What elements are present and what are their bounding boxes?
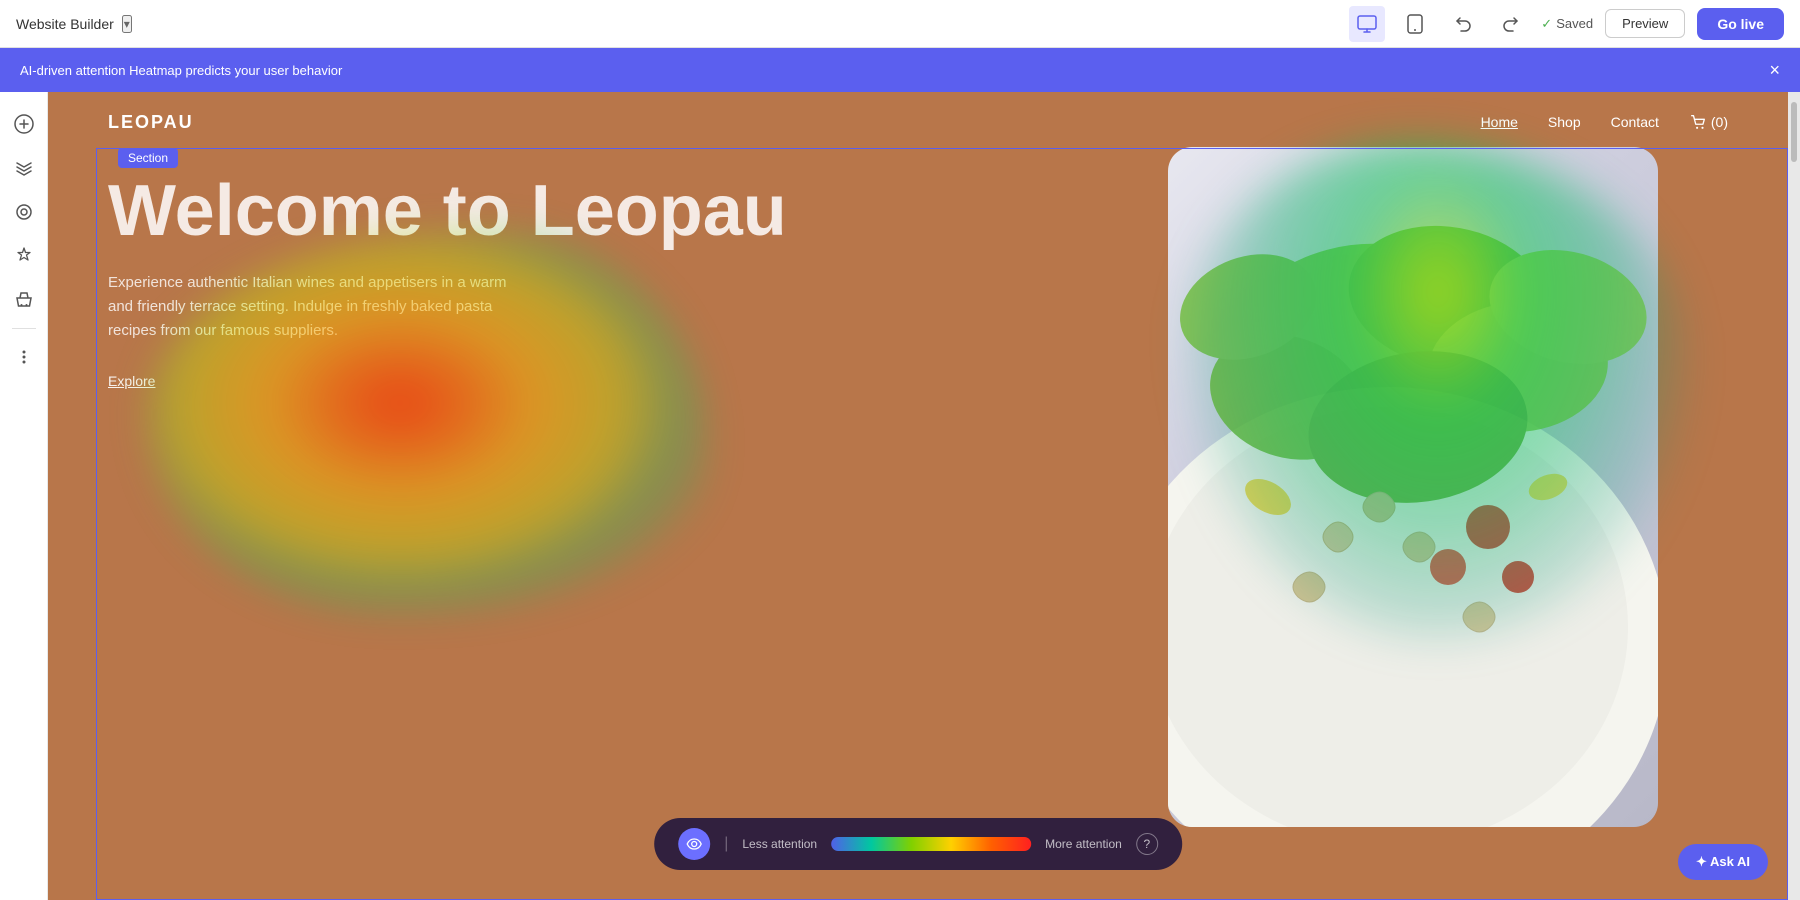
scrollbar[interactable] bbox=[1788, 92, 1800, 900]
left-sidebar bbox=[0, 92, 48, 900]
redo-button[interactable] bbox=[1493, 6, 1529, 42]
saved-check-icon: ✓ bbox=[1541, 16, 1552, 32]
eye-toggle-button[interactable] bbox=[678, 828, 710, 860]
scroll-thumb[interactable] bbox=[1791, 102, 1797, 162]
help-icon[interactable]: ? bbox=[1136, 833, 1158, 855]
banner-close-button[interactable]: × bbox=[1769, 60, 1780, 81]
cart-count: (0) bbox=[1711, 114, 1728, 130]
desktop-view-button[interactable] bbox=[1349, 6, 1385, 42]
chevron-down-icon[interactable]: ▾ bbox=[122, 15, 132, 33]
store-button[interactable] bbox=[4, 280, 44, 320]
legend-less-label: Less attention bbox=[742, 837, 817, 851]
info-banner: AI-driven attention Heatmap predicts you… bbox=[0, 48, 1800, 92]
more-options-button[interactable] bbox=[4, 337, 44, 377]
shapes-button[interactable] bbox=[4, 192, 44, 232]
food-image-background bbox=[1168, 147, 1658, 827]
legend-more-label: More attention bbox=[1045, 837, 1122, 851]
nav-shop-link[interactable]: Shop bbox=[1548, 114, 1581, 130]
legend-gradient bbox=[831, 837, 1031, 851]
food-image bbox=[1168, 147, 1658, 827]
hero-title[interactable]: Welcome to Leopau bbox=[108, 172, 808, 251]
undo-button[interactable] bbox=[1445, 6, 1481, 42]
ai-tools-button[interactable] bbox=[4, 236, 44, 276]
canvas-area[interactable]: Section LEOPAU Home Shop Contact (0) Wel… bbox=[48, 92, 1788, 900]
add-element-button[interactable] bbox=[4, 104, 44, 144]
toolbar: Website Builder ▾ ✓ Saved bbox=[0, 0, 1800, 48]
toolbar-right: ✓ Saved Preview Go live bbox=[1349, 6, 1784, 42]
banner-text: AI-driven attention Heatmap predicts you… bbox=[20, 63, 342, 78]
preview-navigation: LEOPAU Home Shop Contact (0) bbox=[48, 92, 1788, 152]
saved-label: Saved bbox=[1556, 16, 1593, 31]
ask-ai-button[interactable]: ✦ Ask AI bbox=[1678, 844, 1768, 880]
layers-button[interactable] bbox=[4, 148, 44, 188]
mobile-view-button[interactable] bbox=[1397, 6, 1433, 42]
explore-button[interactable]: Explore bbox=[108, 373, 155, 389]
saved-indicator: ✓ Saved bbox=[1541, 16, 1593, 32]
cart-icon[interactable]: (0) bbox=[1689, 113, 1728, 131]
go-live-button[interactable]: Go live bbox=[1697, 8, 1784, 40]
sidebar-divider bbox=[12, 328, 36, 329]
main-layout: Section LEOPAU Home Shop Contact (0) Wel… bbox=[0, 92, 1800, 900]
hero-content: Welcome to Leopau Experience authentic I… bbox=[108, 172, 808, 391]
site-preview: Section LEOPAU Home Shop Contact (0) Wel… bbox=[48, 92, 1788, 900]
preview-button[interactable]: Preview bbox=[1605, 9, 1685, 38]
legend-separator: | bbox=[724, 835, 728, 853]
app-title: Website Builder bbox=[16, 16, 114, 32]
nav-links: Home Shop Contact (0) bbox=[1481, 113, 1728, 131]
nav-contact-link[interactable]: Contact bbox=[1611, 114, 1659, 130]
legend-bar: | Less attention More attention ? bbox=[654, 818, 1182, 870]
section-label[interactable]: Section bbox=[118, 148, 178, 168]
hero-description[interactable]: Experience authentic Italian wines and a… bbox=[108, 271, 528, 343]
site-logo[interactable]: LEOPAU bbox=[108, 112, 194, 133]
toolbar-left: Website Builder ▾ bbox=[16, 15, 132, 33]
nav-home-link[interactable]: Home bbox=[1481, 114, 1518, 130]
